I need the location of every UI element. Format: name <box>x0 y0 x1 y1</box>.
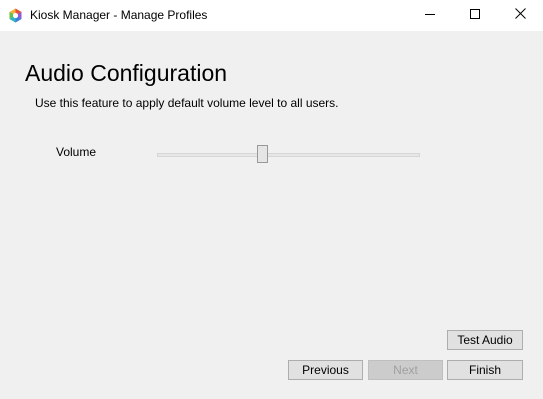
volume-label: Volume <box>56 145 97 159</box>
minimize-button[interactable] <box>407 0 453 30</box>
maximize-button[interactable] <box>452 0 498 30</box>
main-window: Kiosk Manager - Manage Profiles Audio Co… <box>0 0 543 399</box>
title-bar[interactable]: Kiosk Manager - Manage Profiles <box>0 0 543 31</box>
finish-button[interactable]: Finish <box>447 360 523 380</box>
page-description: Use this feature to apply default volume… <box>35 96 339 110</box>
close-icon <box>514 6 526 24</box>
previous-button[interactable]: Previous <box>288 360 363 380</box>
window-title: Kiosk Manager - Manage Profiles <box>30 8 208 22</box>
kiosk-app-icon <box>8 8 23 23</box>
test-audio-button[interactable]: Test Audio <box>447 330 523 350</box>
volume-slider-track[interactable] <box>157 153 420 157</box>
maximize-icon <box>470 6 480 24</box>
close-button[interactable] <box>497 0 543 30</box>
volume-slider-thumb[interactable] <box>256 145 268 163</box>
volume-slider[interactable] <box>152 142 426 166</box>
page-heading: Audio Configuration <box>25 60 228 86</box>
next-button[interactable]: Next <box>368 360 443 380</box>
minimize-icon <box>425 6 435 24</box>
